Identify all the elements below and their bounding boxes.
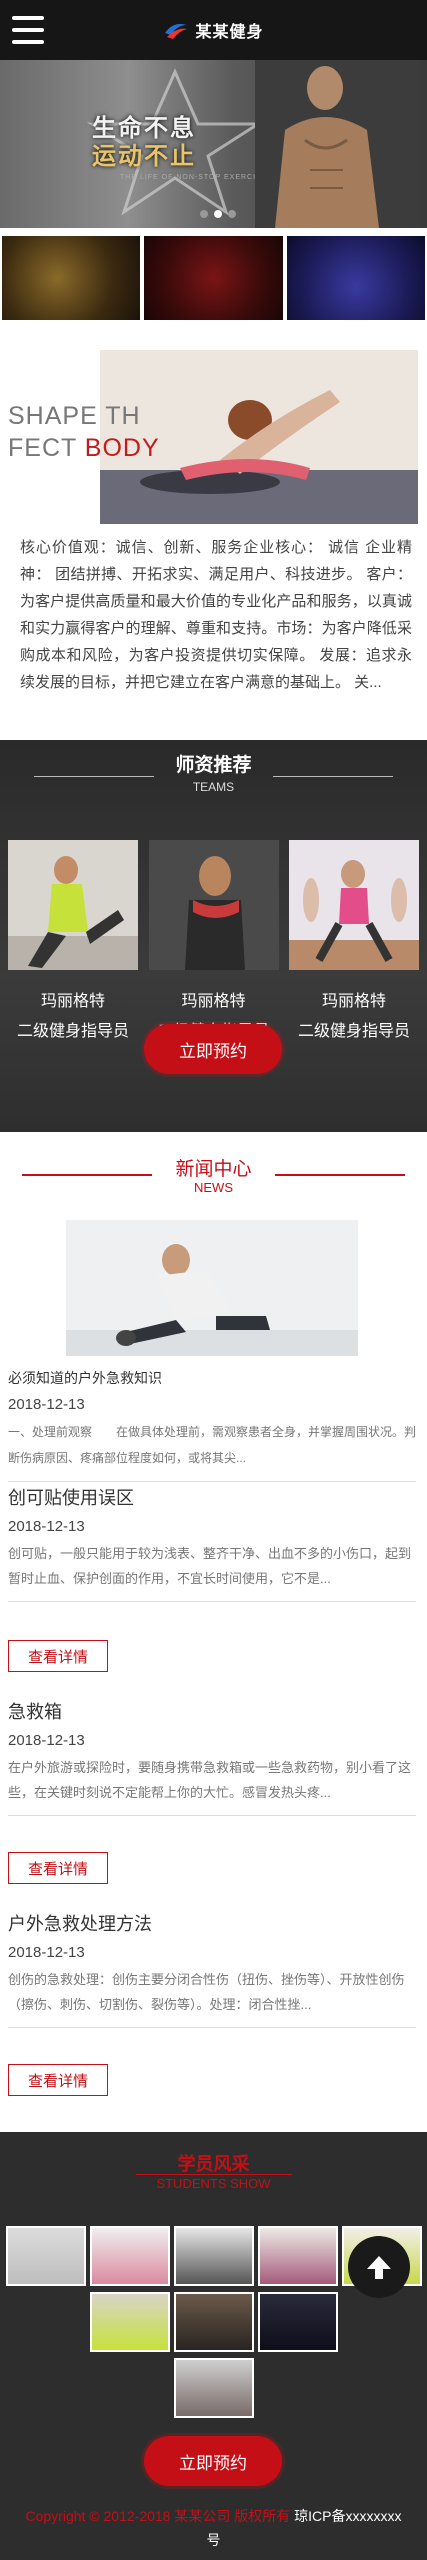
banner-small-text: THE LIFE OF NON-STOP EXERCISE [120,174,268,181]
athlete-image [255,60,415,228]
student-photo[interactable] [258,2292,338,2352]
icp-number[interactable]: 琼ICP备xxxxxxxx [294,2508,401,2524]
feature-tile-1[interactable] [2,236,141,320]
news-article[interactable]: 急救箱 2018-12-13 在户外旅游或探险时，要随身携带急救箱或一些急救药物… [8,1698,416,1816]
news-title: 新闻中心 [175,1159,252,1180]
article-excerpt: 一、处理前观察 在做具体处理前，需观察患者全身，并掌握周围状况。判断伤病原因、疼… [8,1425,417,1465]
feature-tile-2[interactable] [144,236,283,320]
swoosh-logo-icon [163,19,189,41]
divider [8,1815,416,1816]
divider [8,2027,416,2028]
news-featured-article[interactable]: 必须知道的户外急救知识 2018-12-13 一、处理前观察 在做具体处理前，需… [8,1368,416,1482]
coach-card[interactable]: 玛丽格特 二级健身指导员 [148,840,279,1041]
article-date: 2018-12-13 [8,1732,85,1749]
view-details-button[interactable]: 查看详情 [8,1852,108,1884]
article-title[interactable]: 创可贴使用误区 [8,1484,416,1510]
news-article[interactable]: 户外急救处理方法 2018-12-13 创伤的急救处理：创伤主要分闭合性伤（扭伤… [8,1910,416,2028]
footer-copyright: Copyright © 2012-2018 某某公司 版权所有 琼ICP备xxx… [10,2504,417,2552]
student-photo[interactable] [258,2226,338,2286]
coach-name: 玛丽格特 [321,993,386,1010]
news-header: 新闻中心 NEWS [0,1146,427,1206]
hamburger-icon[interactable] [12,16,44,44]
about-shape-section: SHAPE TH FECT BODY [0,348,427,528]
coach-role: 二级健身指导员 [297,1023,410,1040]
teams-subtitle: TEAMS [192,780,235,794]
student-photo[interactable] [174,2292,254,2352]
students-section: 学员风采 STUDENTS SHOW 立即预约 Copyright © 2012… [0,2132,427,2560]
shape-slogan: SHAPE TH FECT BODY [8,402,160,462]
teams-section: 师资推荐 TEAMS 玛丽格特 二级健身指导员 玛丽格特 二级健身指导员 [0,740,427,1132]
coach-list: 玛丽格特 二级健身指导员 玛丽格特 二级健身指导员 玛丽格 [8,840,419,1041]
news-article[interactable]: 创可贴使用误区 2018-12-13 创可贴，一般只能用于较为浅表、整齐干净、出… [8,1484,416,1602]
student-photo[interactable] [174,2358,254,2418]
student-photo[interactable] [6,2226,86,2286]
coach-photo [8,840,138,970]
coach-photo [289,840,419,970]
hero-banner[interactable]: 生命不息 运动不止 THE LIFE OF NON-STOP EXERCISE [0,60,427,228]
article-title[interactable]: 户外急救处理方法 [8,1910,416,1936]
copyright-text: Copyright © 2012-2018 某某公司 版权所有 [25,2508,291,2524]
feature-tiles [0,236,427,320]
book-now-button[interactable]: 立即预约 [144,1024,282,1074]
student-photo[interactable] [90,2226,170,2286]
icp-suffix: 号 [206,2532,221,2548]
news-subtitle: NEWS [194,1180,233,1195]
article-date: 2018-12-13 [8,1518,85,1535]
site-logo[interactable]: 某某健身 [163,18,263,42]
coach-photo [148,840,279,970]
divider [8,1481,416,1482]
brand-name: 某某健身 [195,24,264,41]
article-title[interactable]: 急救箱 [8,1698,416,1724]
about-text: 核心价值观：诚信、创新、服务企业核心： 诚信 企业精神： 团结拼搏、开拓求实、满… [20,539,412,691]
divider [8,1601,416,1602]
slider-dot[interactable] [214,210,222,218]
slider-dots[interactable] [200,210,236,218]
article-title[interactable]: 必须知道的户外急救知识 [8,1368,416,1388]
arrow-up-icon [367,2256,391,2279]
article-date: 2018-12-13 [8,1944,85,1961]
coach-role: 二级健身指导员 [16,1023,129,1040]
student-photo[interactable] [90,2292,170,2352]
coach-name: 玛丽格特 [40,993,105,1010]
students-title: 学员风采 [177,2154,250,2174]
slider-dot[interactable] [200,210,208,218]
book-now-button[interactable]: 立即预约 [144,2436,282,2486]
view-details-button[interactable]: 查看详情 [8,1640,108,1672]
article-date: 2018-12-13 [8,1396,85,1413]
coach-card[interactable]: 玛丽格特 二级健身指导员 [289,840,419,1041]
article-excerpt: 在户外旅游或探险时，要随身携带急救箱或一些急救药物，别小看了这些，在关键时刻说不… [8,1760,412,1800]
coach-card[interactable]: 玛丽格特 二级健身指导员 [8,840,138,1041]
back-to-top-button[interactable] [348,2236,410,2298]
feature-tile-3[interactable] [286,236,425,320]
divider [136,2174,292,2175]
teams-title: 师资推荐 [175,755,252,776]
article-excerpt: 创伤的急救处理：创伤主要分闭合性伤（扭伤、挫伤等）、开放性创伤（擦伤、刺伤、切割… [8,1972,405,2012]
coach-name: 玛丽格特 [181,993,246,1010]
banner-subtitle: 运动不止 [92,143,196,170]
student-photo[interactable] [174,2226,254,2286]
article-excerpt: 创可贴，一般只能用于较为浅表、整齐干净、出血不多的小伤口，起到暂时止血、保护创面… [8,1546,412,1586]
view-details-button[interactable]: 查看详情 [8,2064,108,2096]
news-featured-image[interactable] [66,1220,358,1356]
students-subtitle: STUDENTS SHOW [156,2176,271,2191]
slider-dot[interactable] [228,210,236,218]
top-header: 某某健身 [0,0,427,60]
